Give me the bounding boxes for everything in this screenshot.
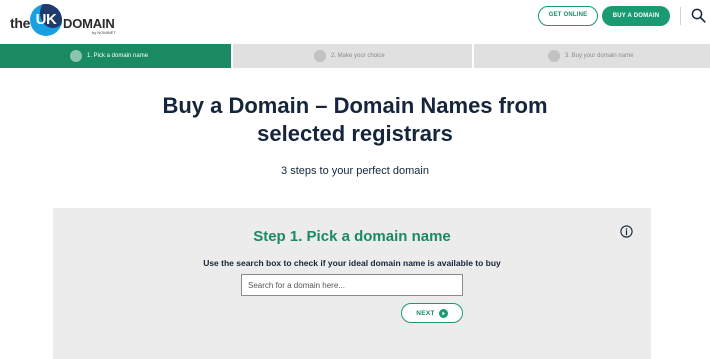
search-icon[interactable]	[691, 8, 706, 23]
header-divider	[680, 7, 681, 25]
step-2-indicator-icon	[314, 50, 326, 62]
next-button[interactable]: NEXT	[401, 303, 463, 323]
step-tab-2[interactable]: 2. Make your choice	[233, 44, 472, 68]
next-button-label: NEXT	[416, 309, 435, 317]
panel-description: Use the search box to check if your idea…	[203, 258, 501, 268]
step-progress-bar: 1. Pick a domain name 2. Make your choic…	[0, 44, 710, 68]
site-header: the UK DOMAIN by NOMINET GET ONLINE BUY …	[0, 0, 710, 44]
step-3-indicator-icon	[548, 50, 560, 62]
page-title-line-2: selected registrars	[257, 121, 453, 146]
step-3-label: 3. Buy your domain name	[565, 53, 634, 59]
logo-domain-text: DOMAIN	[63, 16, 115, 31]
logo-uk-text: UK	[35, 11, 57, 28]
buy-a-domain-button[interactable]: BUY A DOMAIN	[602, 6, 670, 26]
step-1-label: 1. Pick a domain name	[87, 53, 149, 59]
info-icon[interactable]	[620, 225, 633, 238]
step-1-indicator-icon	[70, 50, 82, 62]
domain-search-input[interactable]	[241, 274, 463, 296]
logo-by-text: by NOMINET	[92, 30, 116, 35]
arrow-right-circle-icon	[438, 308, 448, 318]
step-2-label: 2. Make your choice	[331, 53, 385, 59]
step-tab-3[interactable]: 3. Buy your domain name	[474, 44, 710, 68]
page-subtitle: 3 steps to your perfect domain	[281, 165, 429, 177]
get-online-button[interactable]: GET ONLINE	[538, 6, 598, 26]
page-title: Buy a Domain – Domain Names from selecte…	[0, 92, 710, 148]
logo[interactable]: the UK DOMAIN by NOMINET	[10, 4, 130, 38]
domain-search-panel: Step 1. Pick a domain name Use the searc…	[53, 208, 651, 359]
panel-heading: Step 1. Pick a domain name	[253, 228, 451, 245]
logo-the-text: the	[10, 15, 31, 31]
page-title-line-1: Buy a Domain – Domain Names from	[162, 93, 548, 118]
step-tab-1[interactable]: 1. Pick a domain name	[0, 44, 231, 68]
